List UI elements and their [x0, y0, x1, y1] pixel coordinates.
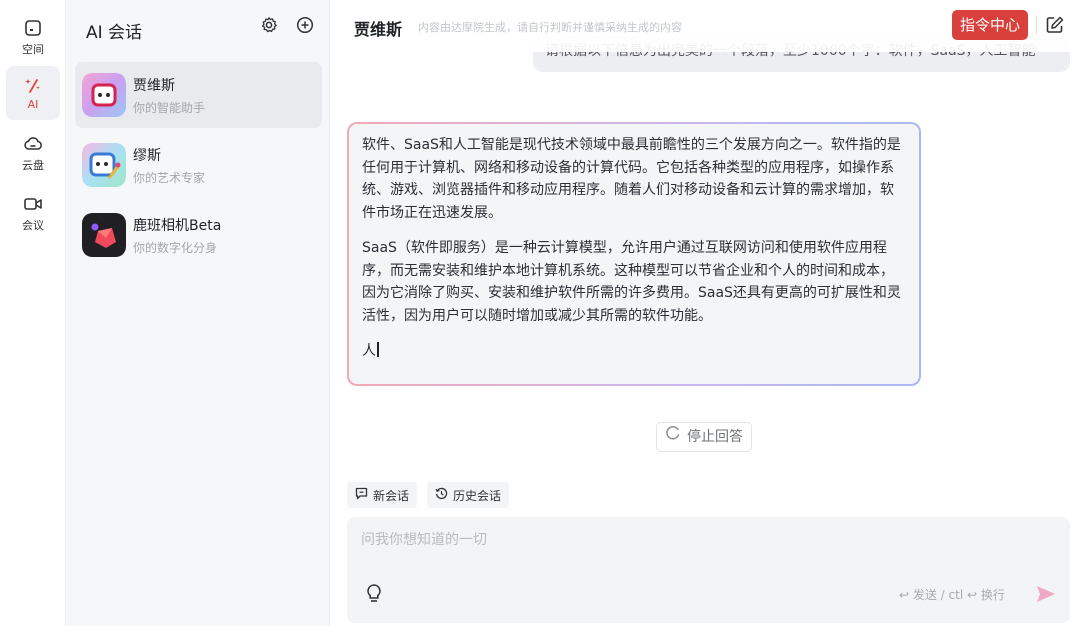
- answer-paragraph: 软件、SaaS和人工智能是现代技术领域中最具前瞻性的三个发展方向之一。软件指的是…: [362, 137, 901, 221]
- add-chat-button[interactable]: [294, 16, 316, 38]
- lightbulb-icon: [365, 584, 383, 609]
- rail-item-meeting[interactable]: 会议: [6, 186, 60, 240]
- gear-icon: [260, 16, 278, 38]
- bot-name: 缪斯: [133, 148, 161, 164]
- history-chat-button[interactable]: 历史会话: [427, 482, 510, 508]
- send-button[interactable]: [1035, 583, 1057, 605]
- chat-header: 贾维斯 内容由达摩院生成，请自行判断并谨慎采纳生成的内容 指令中心: [331, 0, 1080, 52]
- rail-item-label: AI: [27, 98, 39, 111]
- bot-item-jarvis[interactable]: 贾维斯 你的智能助手: [75, 62, 322, 128]
- composer: ↩ 发送 / ctl ↩ 换行: [347, 517, 1070, 623]
- avatar: [82, 73, 126, 117]
- command-center-button[interactable]: 指令中心: [952, 10, 1029, 40]
- rail-item-space[interactable]: 空间: [6, 10, 60, 64]
- disclaimer-text: 内容由达摩院生成，请自行判断并谨慎采纳生成的内容: [418, 21, 682, 34]
- left-rail: 空间 AI 云盘 会议: [0, 0, 66, 626]
- send-icon: [1035, 586, 1057, 609]
- chat-input[interactable]: [361, 529, 1051, 569]
- prompt-tips-button[interactable]: [365, 583, 383, 605]
- settings-button[interactable]: [258, 16, 280, 38]
- history-chat-label: 历史会话: [453, 488, 502, 503]
- plus-circle-icon: [296, 16, 314, 38]
- answer-paragraph: 人: [362, 343, 376, 359]
- chat-main: 请根据以下信息为出完美的一个段落，至少1000个字：软件，SaaS，人工智能 贾…: [331, 0, 1080, 626]
- answer-streaming-line: 人: [362, 340, 905, 363]
- panel-title: AI 会话: [86, 23, 143, 43]
- edit-button[interactable]: [1045, 15, 1065, 35]
- stop-answer-label: 停止回答: [687, 429, 743, 445]
- magic-wand-icon: [23, 75, 43, 95]
- bot-name: 贾维斯: [133, 78, 175, 94]
- bot-item-muse[interactable]: 缪斯 你的艺术专家: [75, 132, 322, 198]
- bot-name: 鹿班相机Beta: [133, 218, 222, 234]
- ai-answer-card: 软件、SaaS和人工智能是现代技术领域中最具前瞻性的三个发展方向之一。软件指的是…: [347, 122, 921, 386]
- cloud-icon: [23, 134, 43, 154]
- rail-item-cloud[interactable]: 云盘: [6, 126, 60, 180]
- bot-subtitle: 你的数字化分身: [133, 241, 218, 255]
- answer-paragraph: SaaS（软件即服务）是一种云计算模型，允许用户通过互联网访问和使用软件应用程序…: [362, 240, 901, 324]
- rail-item-ai[interactable]: AI: [6, 66, 60, 120]
- video-icon: [23, 194, 43, 214]
- session-panel: AI 会话 贾维斯 你的智能助手 缪斯 你的艺术专家 鹿班相机Beta 你的数字…: [66, 0, 330, 626]
- history-icon: [435, 487, 453, 503]
- send-hint: ↩ 发送 / ctl ↩ 换行: [899, 588, 1005, 602]
- typing-cursor: [377, 342, 379, 357]
- chat-bubble-icon: [355, 487, 373, 503]
- square-icon: [23, 18, 43, 38]
- avatar: [82, 143, 126, 187]
- rail-item-label: 会议: [22, 218, 44, 232]
- rail-item-label: 云盘: [22, 158, 44, 172]
- stop-answer-button[interactable]: 停止回答: [656, 422, 752, 452]
- rail-item-label: 空间: [22, 42, 44, 56]
- bot-item-luban-camera[interactable]: 鹿班相机Beta 你的数字化分身: [75, 202, 322, 268]
- bot-subtitle: 你的艺术专家: [133, 171, 206, 185]
- avatar: [82, 213, 126, 257]
- new-chat-button[interactable]: 新会话: [347, 482, 418, 508]
- edit-icon: [1045, 16, 1065, 39]
- app-window: 空间 AI 云盘 会议 AI 会话 贾维斯 你的智能助手 缪斯 你的艺术专家 鹿…: [0, 0, 1080, 626]
- bot-title: 贾维斯: [354, 20, 403, 39]
- ai-answer-body: 软件、SaaS和人工智能是现代技术领域中最具前瞻性的三个发展方向之一。软件指的是…: [349, 124, 919, 384]
- spinner-icon: [665, 423, 687, 451]
- bot-subtitle: 你的智能助手: [133, 101, 206, 115]
- divider: [1036, 16, 1037, 34]
- new-chat-label: 新会话: [373, 488, 410, 503]
